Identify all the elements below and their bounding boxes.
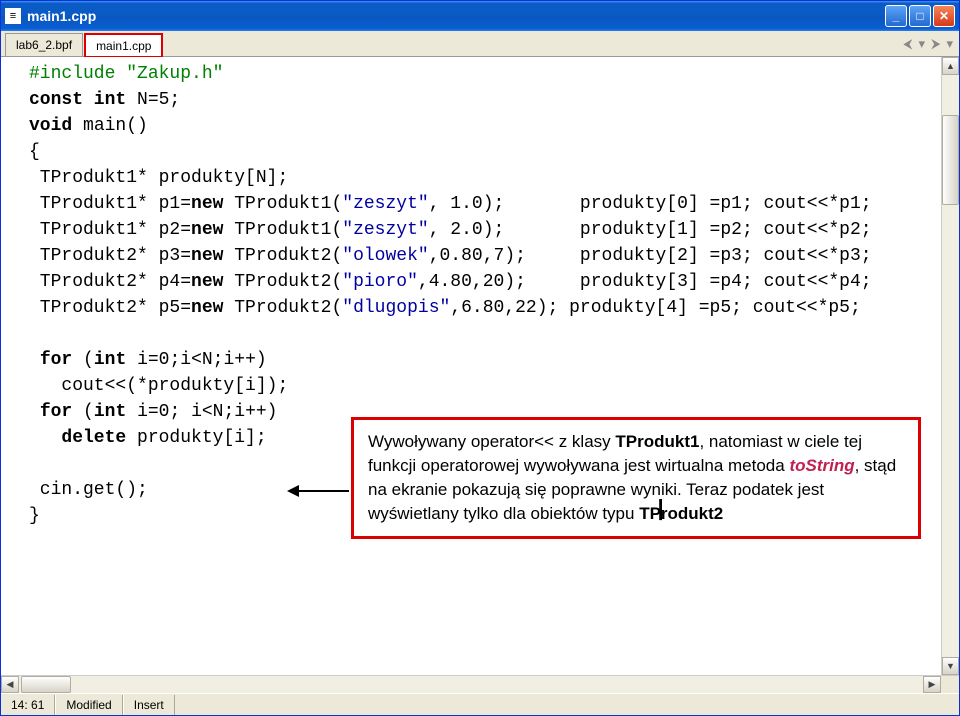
scroll-up-icon[interactable]: ▲: [942, 57, 959, 75]
scroll-track-h[interactable]: [19, 676, 923, 693]
vertical-scrollbar[interactable]: ▲ ▼: [941, 57, 959, 675]
scroll-thumb-h[interactable]: [21, 676, 71, 693]
annotation-callout: Wywoływany operator<< z klasy TProdukt1,…: [351, 417, 921, 539]
callout-method: toString: [789, 456, 854, 475]
tab-nav: ⮜ ▾ ⮞ ▾: [903, 36, 953, 52]
minimize-button[interactable]: _: [885, 5, 907, 27]
horizontal-scrollbar[interactable]: ◀ ▶: [1, 675, 959, 693]
status-mode: Insert: [123, 695, 175, 715]
close-button[interactable]: ✕: [933, 5, 955, 27]
status-bar: 14: 61 Modified Insert: [1, 693, 959, 715]
nav-back-icon[interactable]: ⮜: [903, 36, 912, 52]
code-editor[interactable]: #include "Zakup.h" const int N=5; void m…: [1, 57, 941, 675]
callout-class1: TProdukt1: [615, 432, 699, 451]
scroll-right-icon[interactable]: ▶: [923, 676, 941, 693]
scroll-left-icon[interactable]: ◀: [1, 676, 19, 693]
editor-window: ≡ main1.cpp _ □ ✕ lab6_2.bpf main1.cpp ⮜…: [0, 0, 960, 716]
callout-text-1: Wywoływany operator<< z klasy: [368, 432, 615, 451]
tab-lab6[interactable]: lab6_2.bpf: [5, 33, 83, 56]
status-cursor-pos: 14: 61: [1, 695, 55, 715]
scroll-corner: [941, 676, 959, 693]
window-controls: _ □ ✕: [885, 5, 955, 27]
callout-arrow-icon: [289, 490, 349, 492]
titlebar: ≡ main1.cpp _ □ ✕: [1, 1, 959, 31]
callout-class2: TProdukt2: [639, 504, 723, 523]
tab-bar: lab6_2.bpf main1.cpp ⮜ ▾ ⮞ ▾: [1, 31, 959, 57]
tab-main1[interactable]: main1.cpp: [85, 34, 162, 57]
maximize-button[interactable]: □: [909, 5, 931, 27]
scroll-thumb-v[interactable]: [942, 115, 959, 205]
scroll-down-icon[interactable]: ▼: [942, 657, 959, 675]
editor-area: #include "Zakup.h" const int N=5; void m…: [1, 57, 959, 675]
status-modified: Modified: [55, 695, 122, 715]
text-cursor: |: [654, 497, 667, 522]
scroll-track-v[interactable]: [942, 75, 959, 657]
app-icon: ≡: [5, 8, 21, 24]
nav-fwd-dropdown-icon[interactable]: ▾: [946, 36, 953, 52]
window-title: main1.cpp: [27, 8, 885, 24]
nav-fwd-icon[interactable]: ⮞: [931, 36, 940, 52]
nav-back-dropdown-icon[interactable]: ▾: [919, 36, 926, 52]
